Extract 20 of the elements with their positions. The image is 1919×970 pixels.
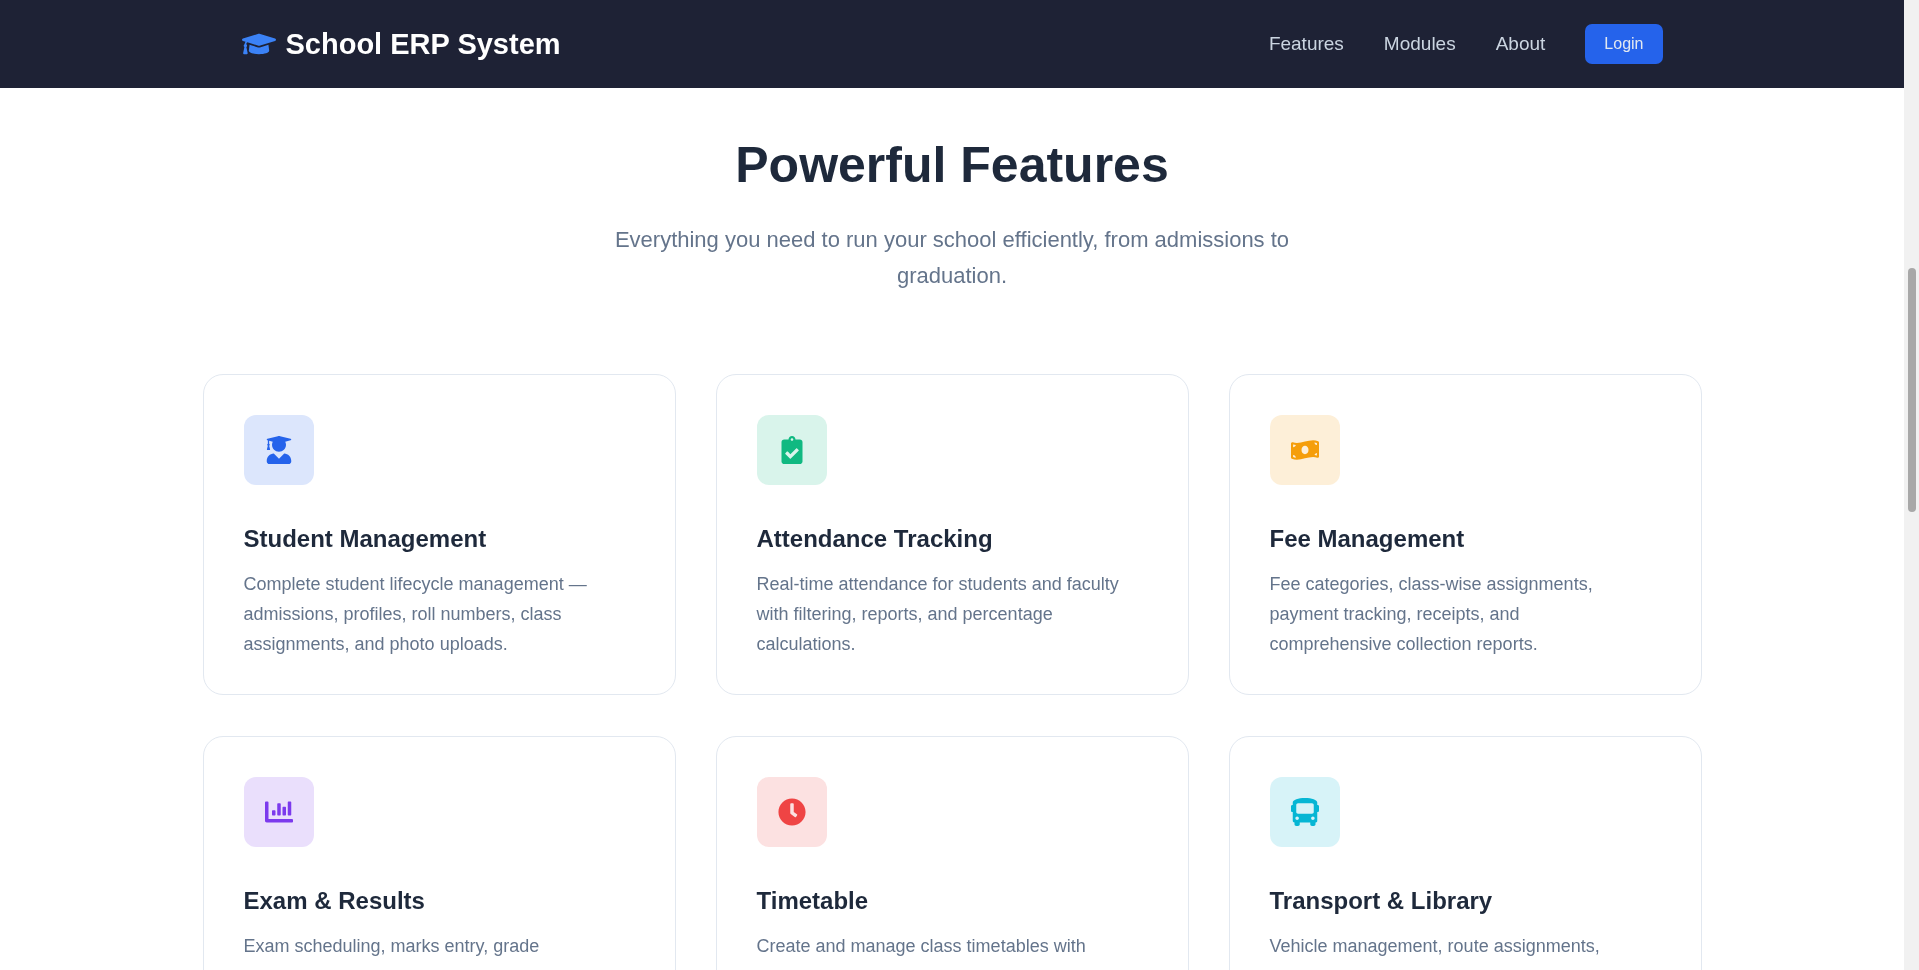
feature-title: Timetable	[756, 887, 870, 915]
login-button[interactable]: Login	[1585, 24, 1663, 64]
scrollbar[interactable]	[1904, 0, 1919, 970]
section-title: Powerful Features	[735, 136, 1169, 194]
feature-title: Transport & Library	[1269, 887, 1494, 915]
feature-title: Fee Management	[1269, 525, 1466, 553]
brand-name: School ERP System	[285, 27, 561, 61]
feature-title: Exam & Results	[243, 887, 426, 915]
section-subtitle: Everything you need to run your school efficiently, from admissions to graduation.	[613, 226, 1291, 290]
nav-link[interactable]: Features	[1268, 33, 1344, 55]
feature-description: Vehicle management, route assignments,	[1269, 935, 1601, 958]
feature-title: Attendance Tracking	[756, 525, 994, 553]
nav-link[interactable]: About	[1495, 33, 1546, 55]
feature-description: Exam scheduling, marks entry, grade	[243, 935, 541, 958]
feature-description: Create and manage class timetables with	[756, 935, 1087, 958]
feature-description: Real-time attendance for students and faculty with filtering, reports, and percentage calculations.	[756, 573, 1120, 656]
feature-description: Complete student lifecycle management — admissions, profiles, roll numbers, class assignments, and photo uploads.	[243, 573, 588, 656]
feature-title: Student Management	[243, 525, 488, 553]
feature-description: Fee categories, class-wise assignments, payment tracking, receipts, and comprehensive collection reports.	[1269, 573, 1594, 656]
nav-link[interactable]: Modules	[1383, 33, 1456, 55]
